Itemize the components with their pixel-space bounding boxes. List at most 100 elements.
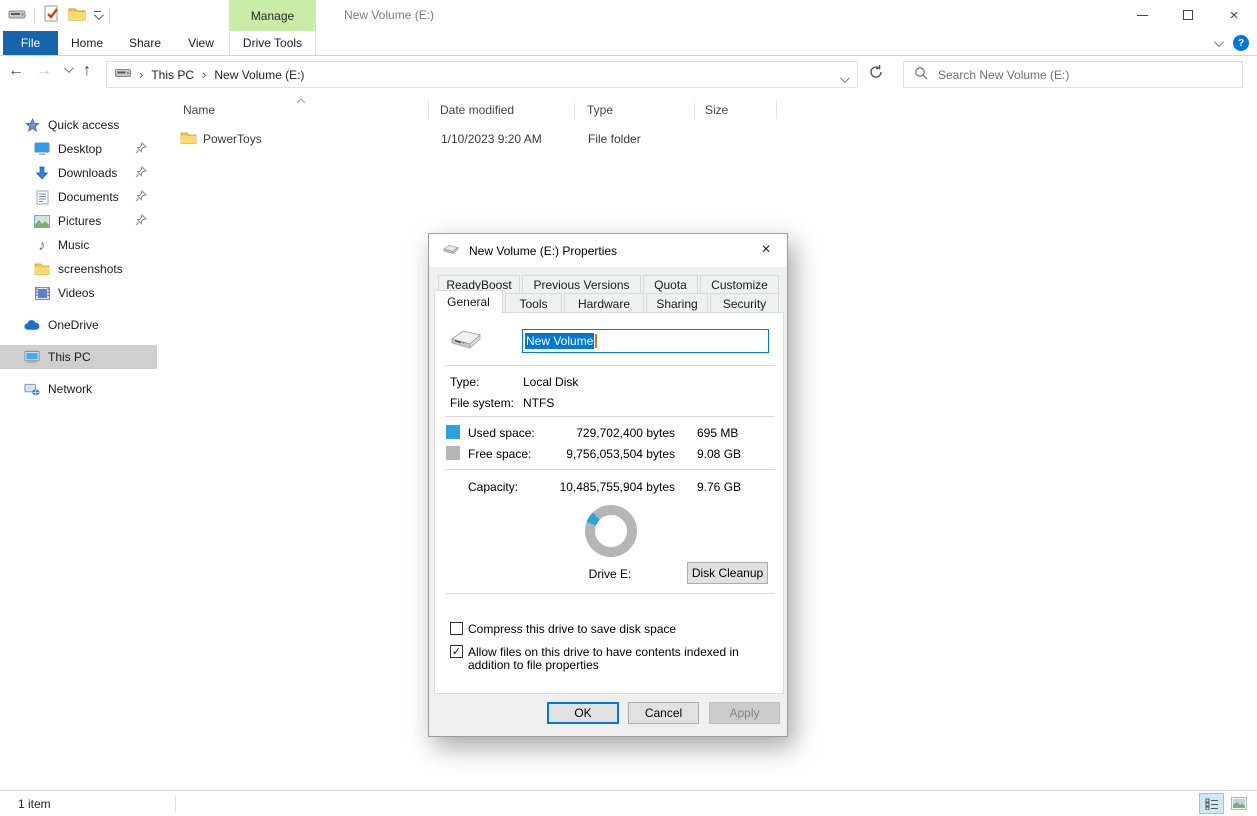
tab-sharing[interactable]: Sharing — [646, 293, 708, 313]
network-icon — [24, 381, 40, 397]
help-icon[interactable]: ? — [1233, 35, 1249, 51]
breadcrumb-drive-icon — [115, 67, 131, 82]
star-icon — [24, 117, 40, 133]
selected-text: New Volume — [525, 333, 594, 349]
up-button[interactable]: ↑ — [83, 62, 91, 80]
tab-view[interactable]: View — [173, 31, 229, 55]
folder-icon — [34, 261, 50, 277]
sidebar-item-music[interactable]: ♪ Music — [0, 233, 157, 257]
compress-checkbox[interactable] — [450, 622, 463, 635]
capacity-bytes: 10,485,755,904 bytes — [545, 480, 675, 494]
onedrive-cloud-icon — [24, 317, 40, 333]
recent-locations-icon[interactable] — [64, 63, 74, 73]
file-date-modified: 1/10/2023 9:20 AM — [441, 132, 542, 146]
breadcrumb-this-pc[interactable]: This PC — [151, 68, 194, 82]
pin-icon — [135, 166, 147, 181]
cancel-button[interactable]: Cancel — [628, 702, 699, 724]
search-box[interactable]: Search New Volume (E:) — [903, 61, 1243, 88]
forward-button[interactable]: → — [36, 62, 52, 80]
sidebar-item-this-pc[interactable]: This PC — [0, 345, 157, 369]
sidebar-item-desktop[interactable]: Desktop — [0, 137, 157, 161]
file-row-powertoys[interactable]: PowerToys 1/10/2023 9:20 AM File folder — [172, 127, 932, 151]
properties-icon[interactable] — [43, 5, 60, 26]
text-caret — [595, 334, 597, 348]
tab-home[interactable]: Home — [59, 31, 115, 55]
free-space-bytes: 9,756,053,504 bytes — [545, 447, 675, 461]
status-bar: 1 item — [0, 790, 1257, 816]
free-space-label: Free space: — [468, 447, 531, 461]
disk-cleanup-button[interactable]: Disk Cleanup — [687, 562, 768, 584]
column-header-date-modified[interactable]: Date modified — [440, 99, 514, 121]
sidebar-item-screenshots[interactable]: screenshots — [0, 257, 157, 281]
used-space-bytes: 729,702,400 bytes — [545, 426, 675, 440]
tab-share[interactable]: Share — [117, 31, 173, 55]
fs-label: File system: — [450, 396, 514, 410]
tab-general[interactable]: General — [434, 290, 503, 313]
back-button[interactable]: ← — [8, 62, 24, 80]
tab-hardware[interactable]: Hardware — [564, 293, 644, 313]
apply-button[interactable]: Apply — [709, 702, 780, 724]
title-bar: Manage New Volume (E:) × — [0, 0, 1257, 31]
disk-usage-donut-chart — [583, 503, 639, 562]
sidebar-item-quick-access[interactable]: Quick access — [0, 113, 157, 137]
column-header-type[interactable]: Type — [587, 99, 613, 121]
status-divider — [175, 796, 176, 812]
tab-file[interactable]: File — [3, 31, 58, 55]
address-bar[interactable]: › This PC › New Volume (E:) — [106, 61, 858, 88]
dialog-title-bar: New Volume (E:) Properties × — [429, 234, 787, 267]
sort-ascending-icon[interactable] — [296, 93, 306, 107]
index-checkbox[interactable]: ✓ — [450, 645, 463, 658]
details-view-button[interactable] — [1199, 793, 1224, 814]
computer-icon — [24, 349, 40, 365]
free-space-size: 9.08 GB — [697, 447, 741, 461]
close-button[interactable]: × — [1211, 0, 1257, 30]
column-divider[interactable] — [776, 100, 777, 119]
sidebar-item-downloads[interactable]: Downloads — [0, 161, 157, 185]
sidebar-item-onedrive[interactable]: OneDrive — [0, 313, 157, 337]
sidebar-item-videos[interactable]: Videos — [0, 281, 157, 305]
collapse-ribbon-icon[interactable] — [1214, 37, 1224, 47]
customize-qat-icon[interactable] — [94, 11, 101, 20]
search-icon — [914, 66, 928, 83]
pin-icon — [135, 190, 147, 205]
column-header-size[interactable]: Size — [705, 99, 728, 121]
capacity-label: Capacity: — [468, 480, 518, 494]
column-divider[interactable] — [694, 100, 695, 119]
navigation-pane: Quick access Desktop Downloads Doc — [0, 93, 158, 790]
minimize-button[interactable] — [1119, 0, 1165, 30]
column-divider[interactable] — [428, 100, 429, 119]
file-name: PowerToys — [203, 132, 262, 146]
thumbnail-view-button[interactable] — [1226, 793, 1251, 814]
breadcrumb-current[interactable]: New Volume (E:) — [214, 68, 304, 82]
properties-dialog: New Volume (E:) Properties × ReadyBoost … — [428, 233, 788, 737]
tab-security[interactable]: Security — [710, 293, 779, 313]
document-icon — [34, 189, 50, 205]
ok-button[interactable]: OK — [547, 702, 619, 724]
file-type: File folder — [588, 132, 641, 146]
new-folder-icon[interactable] — [68, 6, 86, 25]
sidebar-item-network[interactable]: Network — [0, 377, 157, 401]
refresh-icon[interactable] — [868, 64, 884, 83]
pin-icon — [135, 142, 147, 157]
dialog-close-icon[interactable]: × — [749, 234, 783, 266]
type-label: Type: — [450, 375, 479, 389]
qat-separator — [109, 8, 110, 24]
tab-tools[interactable]: Tools — [505, 293, 562, 313]
maximize-button[interactable] — [1165, 0, 1211, 30]
volume-label-input[interactable]: New Volume — [522, 329, 769, 353]
capacity-size: 9.76 GB — [697, 480, 741, 494]
sidebar-item-pictures[interactable]: Pictures — [0, 209, 157, 233]
general-tab-panel: New Volume Type: Local Disk File system:… — [434, 312, 784, 694]
drive-icon-large — [449, 327, 483, 356]
column-divider[interactable] — [574, 100, 575, 119]
manage-contextual-tab[interactable]: Manage — [229, 0, 316, 31]
file-explorer-window: Manage New Volume (E:) × File Home Share… — [0, 0, 1257, 816]
drive-icon — [442, 243, 460, 259]
column-header-name[interactable]: Name — [183, 99, 215, 121]
window-title: New Volume (E:) — [344, 8, 434, 22]
address-dropdown-icon[interactable] — [840, 73, 850, 83]
picture-icon — [34, 213, 50, 229]
sidebar-item-documents[interactable]: Documents — [0, 185, 157, 209]
navigation-bar: ← → ↑ › This PC › New Volume (E:) Search… — [0, 56, 1257, 93]
tab-drive-tools[interactable]: Drive Tools — [229, 31, 316, 55]
